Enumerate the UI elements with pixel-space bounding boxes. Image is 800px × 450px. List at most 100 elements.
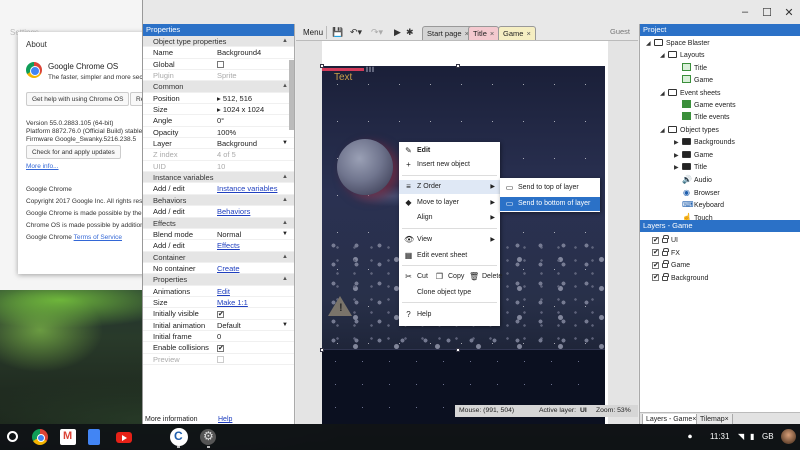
property-value[interactable] (217, 354, 288, 365)
property-row[interactable]: Size ▸ 1024 x 1024 (143, 104, 294, 116)
property-row[interactable]: Animations Edit (143, 286, 294, 297)
collapse-icon[interactable]: ▲ (282, 218, 288, 229)
checkbox[interactable] (217, 356, 224, 364)
menu-item-edit-event-sheet[interactable]: ▦ Edit event sheet (399, 249, 500, 263)
property-value[interactable] (217, 308, 288, 320)
visibility-checkbox[interactable] (652, 260, 659, 272)
more-info-link[interactable]: More info... (26, 163, 59, 170)
layer-item[interactable]: FX (652, 247, 680, 260)
undo-icon[interactable]: ↶▾ (350, 26, 362, 39)
layer-item[interactable]: Game (652, 260, 690, 272)
menu-item-clone-object-type[interactable]: Clone object type (399, 286, 500, 300)
close-icon[interactable]: ✕ (778, 0, 800, 24)
visibility-checkbox[interactable] (652, 272, 659, 284)
save-icon[interactable]: 💾 (332, 26, 343, 39)
tab-title[interactable]: Title × (468, 26, 500, 40)
tree-item[interactable]: 🔊 Audio (674, 174, 712, 186)
property-link[interactable]: Effects (217, 240, 288, 251)
collapse-icon[interactable]: ▲ (282, 36, 288, 47)
launcher-icon[interactable] (7, 431, 18, 442)
tree-item[interactable]: ⌨Keyboard (674, 199, 724, 211)
property-row[interactable]: Size Make 1:1 (143, 297, 294, 309)
menu-item-move-to-layer[interactable]: ◆ Move to layer ▶ (399, 196, 500, 210)
lock-icon[interactable] (662, 260, 669, 268)
property-row[interactable]: Add / edit Instance variables (143, 183, 294, 195)
property-row[interactable]: Global (143, 59, 294, 71)
submenu-item-send-to-top-of-layer[interactable]: ▭ Send to top of layer (500, 181, 600, 195)
property-row[interactable]: Blend mode Normal ▼ (143, 229, 294, 241)
resize-handle[interactable] (456, 348, 460, 352)
collapse-icon[interactable]: ▲ (282, 172, 288, 183)
tree-item[interactable]: ▶ Game (674, 150, 713, 162)
settings-icon[interactable] (200, 429, 216, 445)
lives-indicator[interactable]: iii (366, 66, 375, 74)
property-row[interactable]: Initial animation Default ▼ (143, 320, 294, 331)
property-row[interactable]: Plugin Sprite (143, 70, 294, 82)
property-row[interactable]: Preview (143, 354, 294, 365)
lock-icon[interactable] (662, 247, 669, 256)
docs-icon[interactable] (88, 429, 100, 445)
layer-item[interactable]: Background (652, 272, 708, 285)
property-link[interactable]: Edit (217, 286, 288, 297)
resize-handle[interactable] (320, 64, 324, 68)
expand-icon[interactable]: ▶ (674, 137, 682, 149)
collapse-icon[interactable]: ▲ (282, 274, 288, 285)
property-row[interactable]: Layer Background ▼ (143, 138, 294, 150)
redo-icon[interactable]: ↷▾ (371, 26, 383, 39)
property-link[interactable]: Instance variables (217, 183, 288, 194)
expand-icon[interactable]: ◢ (660, 88, 668, 100)
property-row[interactable]: Initial frame 0 (143, 331, 294, 343)
tree-item[interactable]: ◢ Event sheets (660, 88, 720, 100)
property-value[interactable] (217, 59, 288, 70)
tab-close-icon[interactable]: × (490, 29, 494, 38)
tree-item[interactable]: Game events (674, 100, 736, 112)
menu-item-cut[interactable]: ✂ Cut (399, 270, 430, 284)
maximize-icon[interactable]: ☐ (756, 0, 778, 24)
checkbox[interactable] (217, 343, 224, 354)
property-row[interactable]: Opacity 100% (143, 127, 294, 139)
expand-icon[interactable]: ▶ (674, 150, 682, 162)
menu-item-z-order[interactable]: ≡ Z Order ▶ (399, 180, 500, 194)
properties-scrollbar[interactable] (289, 60, 294, 130)
menu-item-copy[interactable]: ❐ Copy (430, 270, 464, 284)
property-row[interactable]: Z index 4 of 5 (143, 149, 294, 161)
menu-item-insert-new-object[interactable]: + Insert new object (399, 158, 500, 172)
collapse-icon[interactable]: ▲ (282, 252, 288, 263)
property-link[interactable]: Make 1:1 (217, 297, 288, 308)
debug-icon[interactable]: ✱ (406, 26, 414, 39)
menu-item-delete[interactable]: 🗑 Delete (464, 270, 502, 284)
menu-item-view[interactable]: 👁 View ▶ (399, 233, 500, 247)
tree-item[interactable]: ▶ Backgrounds (674, 137, 735, 149)
tree-item[interactable]: ◢ Layouts (660, 50, 705, 62)
menu-item-edit[interactable]: ✎ Edit (399, 144, 500, 158)
minimize-icon[interactable]: – (734, 0, 756, 24)
dropdown-icon[interactable]: ▼ (282, 138, 288, 149)
collapse-icon[interactable]: ▲ (282, 195, 288, 206)
property-row[interactable]: Add / edit Behaviors (143, 206, 294, 218)
property-row[interactable]: Name Background4 (143, 47, 294, 59)
status-tray[interactable]: ⏺ 11:31 ◥ ▮ GB (680, 424, 800, 450)
tree-item[interactable]: ◢ Object types (660, 125, 719, 137)
tree-item[interactable]: Title (674, 62, 707, 75)
checkbox[interactable] (217, 309, 224, 320)
youtube-icon[interactable] (116, 432, 132, 443)
lock-icon[interactable] (662, 235, 669, 243)
tree-item[interactable]: Game (674, 75, 713, 87)
visibility-checkbox[interactable] (652, 235, 659, 247)
update-button[interactable]: Check for and apply updates (26, 145, 121, 159)
help-button[interactable]: Get help with using Chrome OS (26, 92, 130, 106)
layer-item[interactable]: UI (652, 235, 678, 247)
chrome-icon[interactable] (32, 429, 48, 445)
menu-item-align[interactable]: Align ▶ (399, 211, 500, 225)
property-row[interactable]: UID 10 (143, 161, 294, 173)
property-link[interactable]: Create (217, 263, 288, 274)
expand-icon[interactable]: ◢ (660, 50, 668, 62)
property-row[interactable]: Add / edit Effects (143, 240, 294, 252)
collapse-icon[interactable]: ▲ (282, 81, 288, 92)
health-bar[interactable] (322, 68, 364, 71)
tab-game[interactable]: Game × (498, 26, 536, 40)
property-row[interactable]: No container Create (143, 263, 294, 275)
dropdown-icon[interactable]: ▼ (282, 229, 288, 240)
property-row[interactable]: Initially visible (143, 308, 294, 320)
resize-handle[interactable] (456, 64, 460, 68)
